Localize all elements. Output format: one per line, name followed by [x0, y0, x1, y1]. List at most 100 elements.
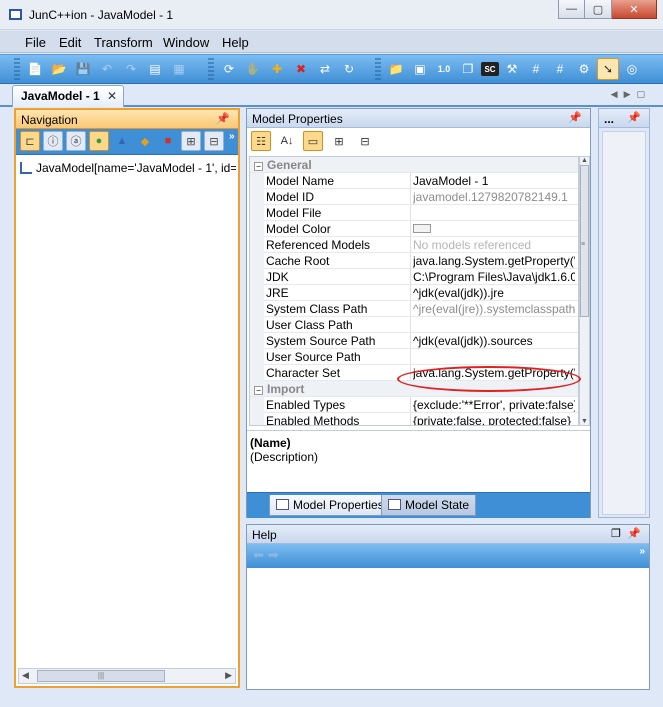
- pin-icon[interactable]: 📌: [216, 112, 230, 125]
- property-row[interactable]: System Source Path ^jdk(eval(jdk)).source…: [250, 333, 578, 349]
- tree-item[interactable]: JavaModel[name='JavaModel - 1', id='java…: [36, 161, 236, 175]
- sort-alpha-icon[interactable]: A↓: [277, 131, 297, 151]
- new-file-icon[interactable]: 📄: [24, 58, 46, 80]
- collapse-icon[interactable]: ⊟: [204, 131, 224, 151]
- refresh-icon[interactable]: ⟳: [218, 58, 240, 80]
- square-red-icon[interactable]: ■: [158, 131, 178, 151]
- add-icon[interactable]: ✚: [266, 58, 288, 80]
- export-icon[interactable]: ▦: [168, 58, 190, 80]
- triangle-icon[interactable]: ▲: [112, 131, 132, 151]
- property-row[interactable]: Model File: [250, 205, 578, 221]
- collapse-toggle-icon[interactable]: −: [254, 162, 263, 171]
- version-icon[interactable]: 1.0: [433, 58, 455, 80]
- tab-javamodel[interactable]: JavaModel - 1 ✕: [12, 85, 124, 107]
- help-circle-icon[interactable]: ⓐ: [66, 131, 86, 151]
- hash-icon[interactable]: #: [525, 58, 547, 80]
- hierarchy-icon[interactable]: ⊏: [20, 131, 40, 151]
- category-general[interactable]: − General: [250, 157, 578, 173]
- scroll-right-icon[interactable]: ▶: [225, 670, 232, 681]
- property-row[interactable]: Enabled Types {exclude:'**Error', private…: [250, 397, 578, 413]
- tab-list-icon[interactable]: ▢: [636, 89, 651, 99]
- property-row[interactable]: Cache Root java.lang.System.getProperty('…: [250, 253, 578, 269]
- scroll-left-icon[interactable]: ◀: [22, 670, 29, 681]
- tab-model-properties[interactable]: Model Properties: [269, 495, 391, 516]
- vertical-scrollbar[interactable]: ▲ ≡ ▼: [579, 156, 590, 426]
- property-row[interactable]: Model Color: [250, 221, 578, 237]
- property-value[interactable]: {exclude:'**Error', private:false}: [413, 398, 575, 412]
- categorized-icon[interactable]: ☷: [251, 131, 271, 151]
- menu-help[interactable]: Help: [222, 35, 249, 50]
- collapse-all-icon[interactable]: ⊟: [355, 131, 375, 151]
- horizontal-scrollbar[interactable]: ◀ ||| ▶: [18, 668, 236, 684]
- pin-icon[interactable]: 📌: [627, 111, 641, 124]
- color-swatch-icon[interactable]: [413, 224, 431, 233]
- property-value[interactable]: ^jdk(eval(jdk)).jre: [413, 286, 575, 300]
- tab-next-icon[interactable]: ▶: [624, 89, 637, 99]
- pin-icon[interactable]: 📌: [627, 527, 641, 540]
- menu-edit[interactable]: Edit: [59, 35, 81, 50]
- sc-icon[interactable]: SC: [481, 62, 499, 76]
- menu-file[interactable]: File: [25, 35, 46, 50]
- undo-icon[interactable]: ↶: [96, 58, 118, 80]
- property-row[interactable]: User Class Path: [250, 317, 578, 333]
- folder-icon[interactable]: 📁: [385, 58, 407, 80]
- description-toggle-icon[interactable]: ▭: [303, 131, 323, 151]
- property-row[interactable]: Model ID javamodel.1279820782149.1: [250, 189, 578, 205]
- tab-model-state[interactable]: Model State: [381, 495, 477, 516]
- property-row[interactable]: JRE ^jdk(eval(jdk)).jre: [250, 285, 578, 301]
- save-icon[interactable]: 💾: [72, 58, 94, 80]
- property-value[interactable]: ^jre(eval(jre)).systemclasspath: [413, 302, 575, 316]
- toolbar-grip[interactable]: [375, 58, 381, 80]
- hash-settings-icon[interactable]: #: [549, 58, 571, 80]
- property-row[interactable]: Referenced Models No models referenced: [250, 237, 578, 253]
- menu-transform[interactable]: Transform: [94, 35, 153, 50]
- redo-icon[interactable]: ↷: [120, 58, 142, 80]
- tab-prev-icon[interactable]: ◀: [611, 89, 624, 99]
- menu-window[interactable]: Window: [163, 35, 209, 50]
- connect-icon[interactable]: ➘: [597, 58, 619, 80]
- tools-icon[interactable]: ⚒: [501, 58, 523, 80]
- pin-icon[interactable]: 📌: [568, 111, 582, 124]
- properties-icon[interactable]: ▤: [144, 58, 166, 80]
- toolbar-grip[interactable]: [208, 58, 214, 80]
- property-value[interactable]: [413, 222, 575, 236]
- tab-close-icon[interactable]: ✕: [107, 89, 117, 103]
- scroll-up-icon[interactable]: ▲: [581, 157, 588, 164]
- delete-icon[interactable]: ✖: [290, 58, 312, 80]
- more-icon[interactable]: »: [229, 131, 235, 154]
- expand-icon[interactable]: ⊞: [181, 131, 201, 151]
- info-icon[interactable]: ⓘ: [43, 131, 63, 151]
- property-value[interactable]: javamodel.1279820782149.1: [413, 190, 575, 204]
- scroll-down-icon[interactable]: ▼: [581, 418, 588, 425]
- scroll-thumb[interactable]: |||: [37, 670, 165, 682]
- sync-icon[interactable]: ◎: [621, 58, 643, 80]
- property-value[interactable]: JavaModel - 1: [413, 174, 575, 188]
- transform-icon[interactable]: ⇄: [314, 58, 336, 80]
- collapse-toggle-icon[interactable]: −: [254, 386, 263, 395]
- property-row[interactable]: Model Name JavaModel - 1: [250, 173, 578, 189]
- property-row[interactable]: System Class Path ^jre(eval(jre)).systemc…: [250, 301, 578, 317]
- forward-icon[interactable]: ➡: [268, 547, 279, 568]
- expand-all-icon[interactable]: ⊞: [329, 131, 349, 151]
- toolbar-grip[interactable]: [14, 58, 20, 80]
- property-value[interactable]: C:\Program Files\Java\jdk1.6.0_20: [413, 270, 575, 284]
- module-icon[interactable]: ▣: [409, 58, 431, 80]
- back-icon[interactable]: ⬅: [253, 547, 264, 568]
- maximize-button[interactable]: ▢: [585, 0, 612, 19]
- open-folder-icon[interactable]: 📂: [48, 58, 70, 80]
- minimize-button[interactable]: —: [558, 0, 585, 19]
- property-row[interactable]: JDK C:\Program Files\Java\jdk1.6.0_20: [250, 269, 578, 285]
- property-row[interactable]: User Source Path: [250, 349, 578, 365]
- copy-icon[interactable]: ❐: [457, 58, 479, 80]
- property-value[interactable]: {private:false, protected:false}: [413, 414, 575, 425]
- property-value[interactable]: java.lang.System.getProperty('user.home'…: [413, 254, 575, 268]
- reload-icon[interactable]: ↻: [338, 58, 360, 80]
- property-value[interactable]: No models referenced: [413, 238, 575, 252]
- property-row[interactable]: Enabled Methods {private:false, protected…: [250, 413, 578, 425]
- close-button[interactable]: ✕: [612, 0, 657, 19]
- property-value[interactable]: ^jdk(eval(jdk)).sources: [413, 334, 575, 348]
- hand-icon[interactable]: ✋: [242, 58, 264, 80]
- diamond-icon[interactable]: ◆: [135, 131, 155, 151]
- restore-icon[interactable]: ❐: [611, 527, 621, 540]
- circle-green-icon[interactable]: ●: [89, 131, 109, 151]
